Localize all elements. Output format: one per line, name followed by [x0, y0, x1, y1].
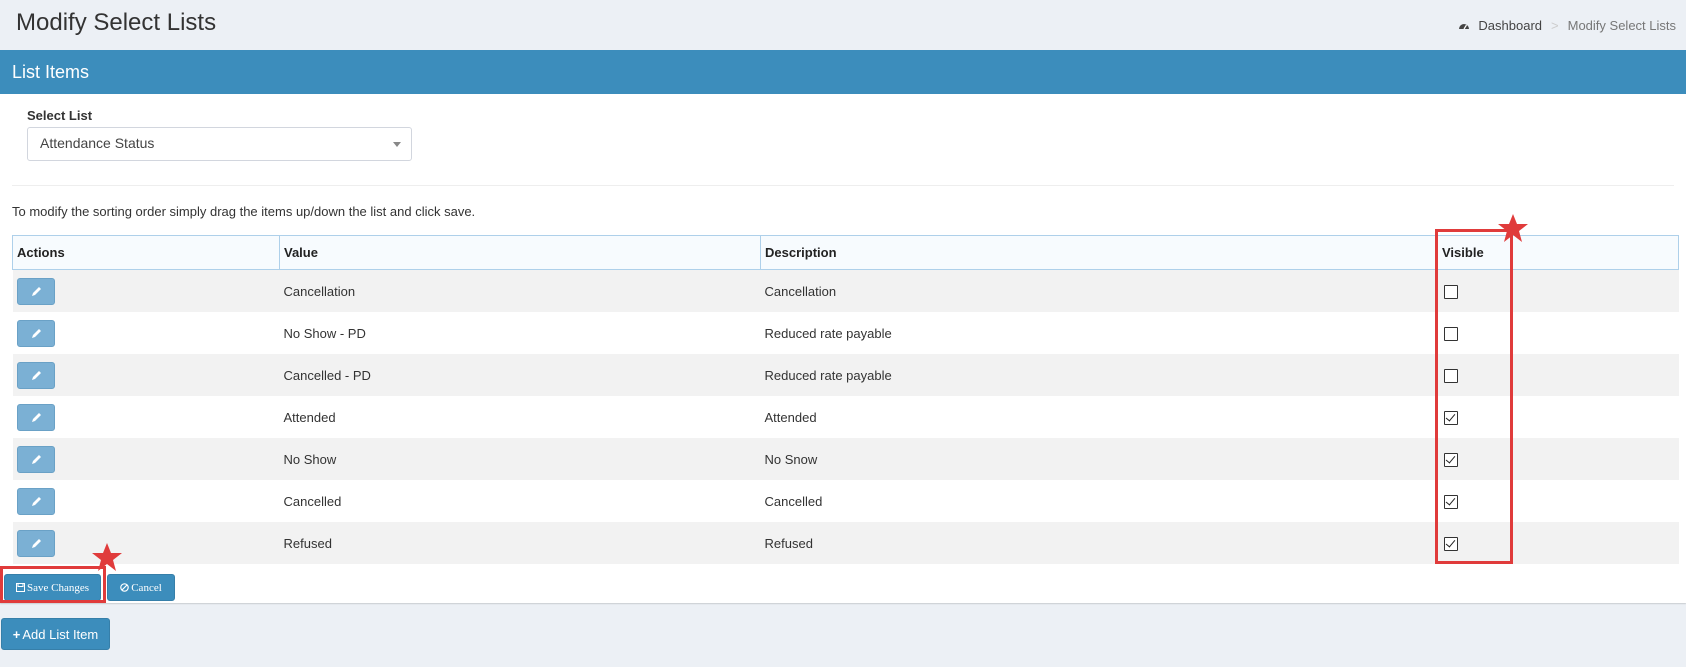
list-items-box: List Items Select List Attendance Status… [0, 50, 1686, 603]
description-cell: Cancellation [760, 269, 1438, 312]
table-row[interactable]: No Show No Snow [12, 438, 1679, 480]
page-title: Modify Select Lists [16, 9, 217, 36]
visible-checkbox[interactable] [1443, 410, 1458, 425]
visible-checkbox[interactable] [1443, 326, 1458, 341]
divider [12, 185, 1674, 186]
column-header-visible: Visible [1437, 235, 1679, 270]
column-header-value: Value [279, 235, 761, 270]
description-cell: Attended [760, 396, 1438, 438]
pencil-icon [31, 538, 41, 548]
value-cell: Cancelled [279, 480, 761, 522]
visible-checkbox[interactable] [1443, 452, 1458, 467]
chevron-down-icon [393, 142, 401, 147]
table-row[interactable]: No Show - PD Reduced rate payable [12, 312, 1679, 354]
visible-cell [1437, 522, 1679, 564]
edit-button[interactable] [16, 529, 55, 557]
actions-cell [12, 396, 280, 438]
breadcrumb-current: Modify Select Lists [1567, 18, 1676, 33]
edit-button[interactable] [16, 487, 55, 515]
ban-icon [120, 583, 130, 592]
description-cell: Cancelled [760, 480, 1438, 522]
box-title: List Items [12, 62, 90, 82]
cancel-label: Cancel [131, 581, 162, 594]
sorting-instructions: To modify the sorting order simply drag … [12, 204, 476, 219]
pencil-icon [31, 496, 41, 506]
plus-icon: + [12, 626, 21, 642]
add-list-item-label: Add List Item [22, 626, 99, 642]
value-cell: Cancelled - PD [279, 354, 761, 396]
table-row[interactable]: Cancellation Cancellation [12, 269, 1679, 312]
visible-cell [1437, 396, 1679, 438]
value-cell: No Show [279, 438, 761, 480]
actions-cell [12, 438, 280, 480]
edit-button[interactable] [16, 319, 55, 347]
pencil-icon [31, 286, 41, 296]
actions-cell [12, 522, 280, 564]
pencil-icon [31, 412, 41, 422]
table-header-row: Actions Value Description Visible [12, 235, 1679, 270]
table-row[interactable]: Cancelled - PD Reduced rate payable [12, 354, 1679, 396]
actions-cell [12, 269, 280, 312]
visible-cell [1437, 480, 1679, 522]
description-cell: Reduced rate payable [760, 312, 1438, 354]
visible-checkbox[interactable] [1443, 494, 1458, 509]
visible-cell [1437, 354, 1679, 396]
list-items-table: Actions Value Description Visible Cancel… [12, 235, 1679, 564]
actions-cell [12, 312, 280, 354]
description-cell: Refused [760, 522, 1438, 564]
visible-checkbox[interactable] [1443, 284, 1458, 299]
value-cell: Refused [279, 522, 761, 564]
box-header: List Items [0, 53, 1686, 94]
floppy-disk-icon [15, 583, 25, 592]
value-cell: Attended [279, 396, 761, 438]
table-row[interactable]: Cancelled Cancelled [12, 480, 1679, 522]
edit-button[interactable] [16, 445, 55, 473]
table-row[interactable]: Attended Attended [12, 396, 1679, 438]
select-list-dropdown[interactable]: Attendance Status [27, 127, 412, 161]
actions-cell [12, 354, 280, 396]
save-changes-label: Save Changes [26, 581, 89, 594]
cancel-button[interactable]: Cancel [107, 574, 175, 601]
visible-cell [1437, 269, 1679, 312]
column-header-actions: Actions [12, 235, 280, 270]
breadcrumb-separator: > [1551, 18, 1559, 33]
description-cell: Reduced rate payable [760, 354, 1438, 396]
pencil-icon [31, 328, 41, 338]
edit-button[interactable] [16, 403, 55, 431]
actions-cell [12, 480, 280, 522]
description-cell: No Snow [760, 438, 1438, 480]
add-list-item-button[interactable]: + Add List Item [1, 618, 110, 650]
visible-cell [1437, 438, 1679, 480]
pencil-icon [31, 370, 41, 380]
save-changes-button[interactable]: Save Changes [4, 574, 101, 601]
table-row[interactable]: Refused Refused [12, 522, 1679, 564]
value-cell: No Show - PD [279, 312, 761, 354]
select-list-label: Select List [27, 108, 93, 123]
pencil-icon [31, 454, 41, 464]
visible-checkbox[interactable] [1443, 368, 1458, 383]
value-cell: Cancellation [279, 269, 761, 312]
column-header-description: Description [760, 235, 1438, 270]
breadcrumb: Dashboard > Modify Select Lists [1458, 18, 1676, 33]
breadcrumb-dashboard-link[interactable]: Dashboard [1478, 18, 1542, 33]
edit-button[interactable] [16, 277, 55, 305]
page-header: Modify Select Lists Dashboard > Modify S… [0, 0, 1686, 50]
visible-checkbox[interactable] [1443, 536, 1458, 551]
visible-cell [1437, 312, 1679, 354]
selected-list-value: Attendance Status [40, 135, 155, 151]
dashboard-icon [1459, 23, 1470, 29]
edit-button[interactable] [16, 361, 55, 389]
